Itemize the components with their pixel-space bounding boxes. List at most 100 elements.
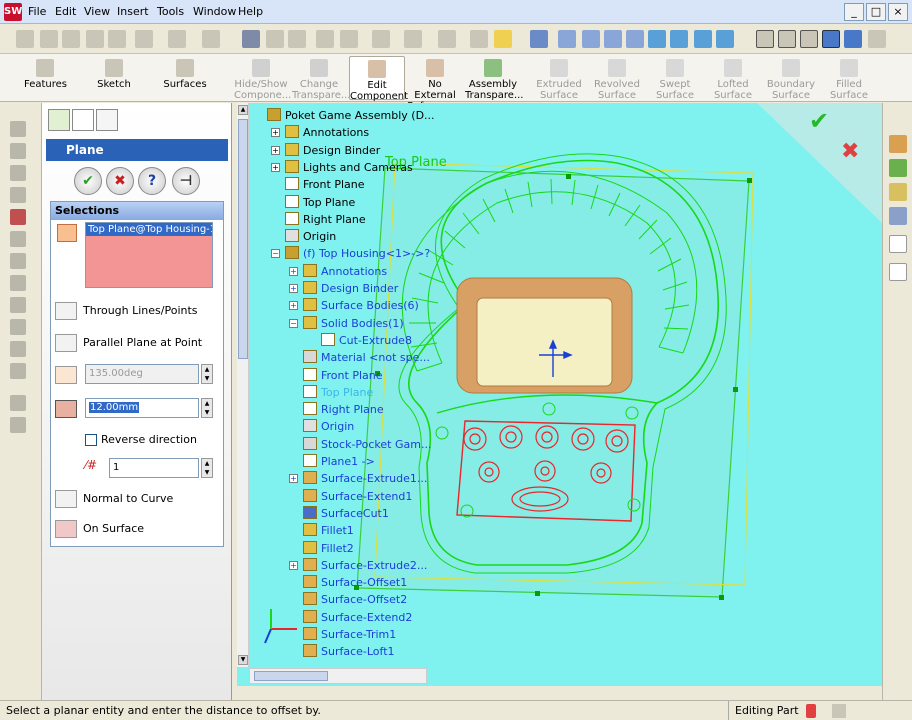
plane-handle[interactable] <box>535 591 540 596</box>
tree-expander-icon[interactable]: − <box>271 249 280 259</box>
instant3d-icon[interactable] <box>10 417 26 433</box>
sketch-button[interactable]: Sketch <box>92 56 136 100</box>
plane-handle[interactable] <box>747 178 752 183</box>
extrude-icon[interactable] <box>10 121 26 137</box>
tree-item[interactable]: Surface-Offset1 <box>303 574 407 591</box>
tree-item[interactable]: Surface-Extend1 <box>303 488 412 505</box>
save-icon[interactable] <box>62 30 80 48</box>
tree-expander-icon[interactable]: + <box>289 560 298 570</box>
units-icon[interactable] <box>832 704 846 718</box>
rebuild-tool-icon[interactable] <box>372 30 390 48</box>
tree-item[interactable]: Plane1 -> <box>303 453 375 470</box>
tree-horizontal-scrollbar[interactable] <box>249 668 427 684</box>
mirror-icon[interactable] <box>10 341 26 357</box>
section-view-icon[interactable] <box>868 30 886 48</box>
3d-view-icon[interactable] <box>694 30 712 48</box>
tree-item[interactable]: + Annotations <box>271 124 369 141</box>
new-document-icon[interactable] <box>16 30 34 48</box>
draft-icon[interactable] <box>10 319 26 335</box>
tree-item[interactable]: + Surface Bodies(6) <box>289 297 419 314</box>
rotate-icon[interactable] <box>648 30 666 48</box>
plane-handle[interactable] <box>719 595 724 600</box>
property-manager-tab-icon[interactable] <box>72 109 94 131</box>
lofted-surface-button[interactable]: Lofted Surface <box>706 56 760 101</box>
tree-expander-icon[interactable]: + <box>271 128 280 138</box>
tree-item[interactable]: + Design Binder <box>289 280 398 297</box>
selections-header[interactable]: Selections <box>51 202 223 220</box>
normal-to-curve-option[interactable]: Normal to Curve <box>53 488 223 510</box>
change-transpare-button[interactable]: Change Transpare... <box>292 56 350 101</box>
minimize-button[interactable]: _ <box>844 3 864 21</box>
curves-icon[interactable] <box>10 395 26 411</box>
selected-item[interactable]: Top Plane@Top Housing-1@ <box>86 223 212 236</box>
tree-item[interactable]: + Lights and Cameras <box>271 159 413 176</box>
tree-item[interactable]: Material <not spe... <box>303 349 430 366</box>
table-icon[interactable] <box>340 30 358 48</box>
tree-item[interactable]: Fillet2 <box>303 540 354 557</box>
collapse-panel-icon[interactable] <box>889 235 907 253</box>
configuration-manager-tab-icon[interactable] <box>96 109 118 131</box>
shell-icon[interactable] <box>10 275 26 291</box>
view-orientation-icon[interactable] <box>716 30 734 48</box>
tree-expander-icon[interactable]: + <box>289 284 298 293</box>
zoom-selection-icon[interactable] <box>626 30 644 48</box>
layout-icon[interactable] <box>438 30 456 48</box>
help-icon[interactable] <box>494 30 512 48</box>
tree-item[interactable]: + Surface-Extrude2... <box>289 557 427 574</box>
expand-panel-icon[interactable] <box>889 263 907 281</box>
tree-item[interactable]: Poket Game Assembly (D... <box>267 107 435 124</box>
parallel-plane-option[interactable]: Parallel Plane at Point <box>53 332 223 354</box>
hidden-lines-removed-icon[interactable] <box>800 30 818 48</box>
number-of-planes-field[interactable]: 1 <box>109 458 199 478</box>
tree-expander-icon[interactable]: + <box>271 162 280 172</box>
extruded-surface-button[interactable]: Extruded Surface <box>532 56 586 101</box>
file-explorer-icon[interactable] <box>889 183 907 201</box>
cancel-button[interactable]: ✖ <box>106 167 134 195</box>
assembly-transpare-button[interactable]: Assembly Transpare... <box>465 56 523 101</box>
zoom-to-fit-icon[interactable] <box>558 30 576 48</box>
undo-icon[interactable] <box>168 30 186 48</box>
fillet-icon[interactable] <box>10 231 26 247</box>
confirm-ok-icon[interactable]: ✔ <box>809 107 829 135</box>
solidworks-logo-icon[interactable]: SW <box>4 3 22 21</box>
zoom-area-icon[interactable] <box>582 30 600 48</box>
boundary-surface-button[interactable]: Boundary Surface <box>764 56 818 101</box>
tree-expander-icon[interactable]: + <box>271 145 280 155</box>
select-icon[interactable] <box>242 30 260 48</box>
graphics-area[interactable]: Top Plane ✔ ✖ Poket Game Assembly (D... +… <box>237 103 882 686</box>
zoom-in-out-icon[interactable] <box>604 30 622 48</box>
shaded-icon[interactable] <box>844 30 862 48</box>
pan-icon[interactable] <box>670 30 688 48</box>
plane-handle[interactable] <box>733 387 738 392</box>
tree-item[interactable]: Origin <box>285 228 336 245</box>
tree-expander-icon[interactable]: + <box>289 301 298 311</box>
tree-item[interactable]: Fillet1 <box>303 522 354 539</box>
swept-surface-button[interactable]: Swept Surface <box>648 56 702 101</box>
no-external-references-button[interactable]: No External References <box>407 56 463 112</box>
scroll-thumb[interactable] <box>238 119 248 359</box>
chamfer-icon[interactable] <box>10 253 26 269</box>
menu-view[interactable]: View <box>84 5 110 18</box>
on-surface-option[interactable]: On Surface <box>53 518 223 540</box>
document-icon[interactable] <box>470 30 488 48</box>
edit-component-button[interactable]: Edit Component <box>349 56 408 102</box>
selection-list[interactable]: Top Plane@Top Housing-1@ <box>85 222 213 288</box>
hide-show-compone-button[interactable]: Hide/Show Compone... <box>234 56 291 101</box>
tree-item[interactable]: SurfaceCut1 <box>303 505 389 522</box>
sweep-icon[interactable] <box>10 165 26 181</box>
revolved-surface-button[interactable]: Revolved Surface <box>590 56 644 101</box>
tree-item[interactable]: Front Plane <box>285 176 365 193</box>
loft-icon[interactable] <box>10 187 26 203</box>
tree-item[interactable]: + Design Binder <box>271 142 380 159</box>
maximize-button[interactable]: □ <box>866 3 886 21</box>
tree-item[interactable]: Surface-Extend2 <box>303 609 412 626</box>
component-icon[interactable] <box>404 30 422 48</box>
menu-edit[interactable]: Edit <box>55 5 76 18</box>
offset-distance-field[interactable]: 12.00mm <box>85 398 199 418</box>
wireframe-icon[interactable] <box>756 30 774 48</box>
tree-item[interactable]: Surface-Loft1 <box>303 643 395 660</box>
tree-item[interactable]: Origin <box>303 418 354 435</box>
tree-item[interactable]: Surface-Offset2 <box>303 591 407 608</box>
design-library-icon[interactable] <box>889 159 907 177</box>
menu-file[interactable]: File <box>28 5 46 18</box>
